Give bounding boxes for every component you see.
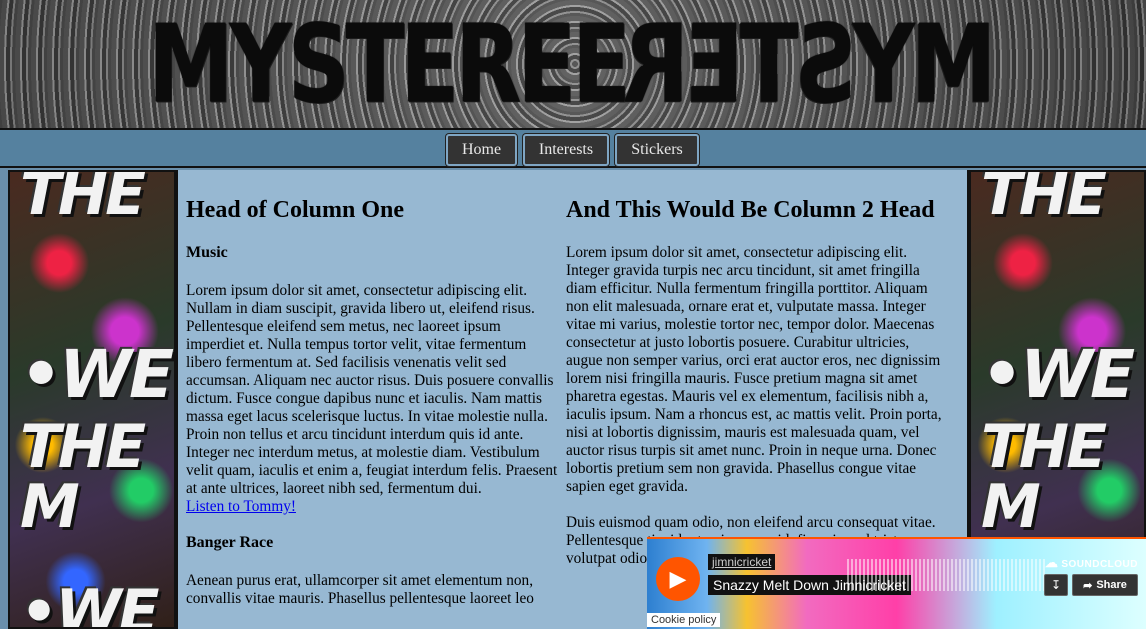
logo-text-left: MYSTER — [147, 2, 521, 128]
site-logo[interactable]: MYSTER EE MYSTER — [148, 0, 996, 128]
listen-link[interactable]: Listen to Tommy! — [186, 498, 296, 515]
graffiti-text: THE M — [981, 412, 1107, 542]
graffiti-text: THE — [20, 170, 146, 229]
download-button[interactable]: ↧ — [1044, 574, 1068, 596]
column-one: Head of Column One Music Lorem ipsum dol… — [186, 190, 558, 626]
banger-race-heading: Banger Race — [186, 534, 274, 551]
share-label: Share — [1096, 579, 1127, 591]
left-graffiti-panel: THE •WE THE M •WE — [8, 170, 176, 629]
music-text: Lorem ipsum dolor sit amet, consectetur … — [186, 282, 558, 497]
share-icon: ➦ — [1083, 579, 1093, 592]
cookie-policy-link[interactable]: Cookie policy — [647, 613, 721, 627]
column-two-heading: And This Would Be Column 2 Head — [566, 197, 935, 223]
logo-text-right-mirrored: MYSTER — [626, 2, 997, 128]
graffiti-text: •WE — [981, 336, 1135, 413]
music-paragraph: Lorem ipsum dolor sit amet, consectetur … — [186, 282, 558, 516]
graffiti-text: THE M — [20, 412, 146, 542]
share-button[interactable]: ➦ Share — [1072, 574, 1138, 596]
soundcloud-brand-text: SOUNDCLOUD — [1061, 559, 1138, 570]
nav-interests-button[interactable]: Interests — [523, 134, 609, 166]
download-icon: ↧ — [1050, 577, 1062, 592]
column-two: And This Would Be Column 2 Head Lorem ip… — [566, 190, 946, 586]
play-button[interactable]: ▶ — [656, 557, 700, 601]
music-heading: Music — [186, 244, 228, 261]
column-two-paragraph: Lorem ipsum dolor sit amet, consectetur … — [566, 244, 942, 495]
banger-race-paragraph: Aenean purus erat, ullamcorper sit amet … — [186, 572, 534, 607]
soundcloud-user-link[interactable]: jimnicricket — [708, 554, 776, 570]
soundcloud-widget: ▶ jimnicricket Snazzy Melt Down Jimnicri… — [647, 537, 1146, 629]
graffiti-text: •WE — [20, 336, 174, 413]
cloud-icon: ☁ — [1044, 555, 1059, 570]
column-one-heading: Head of Column One — [186, 197, 405, 223]
play-icon: ▶ — [669, 566, 687, 591]
logo-text-mid: EE — [517, 2, 630, 128]
nav-stickers-button[interactable]: Stickers — [615, 134, 699, 166]
soundcloud-logo[interactable]: ☁ SOUNDCLOUD — [1045, 555, 1138, 571]
header-banner: MYSTER EE MYSTER — [0, 0, 1146, 128]
nav-bar: Home Interests Stickers — [0, 128, 1146, 168]
graffiti-text: •WE — [20, 577, 160, 629]
nav-home-button[interactable]: Home — [446, 134, 517, 166]
waveform[interactable] — [847, 559, 1047, 591]
graffiti-text: THE — [981, 170, 1107, 229]
